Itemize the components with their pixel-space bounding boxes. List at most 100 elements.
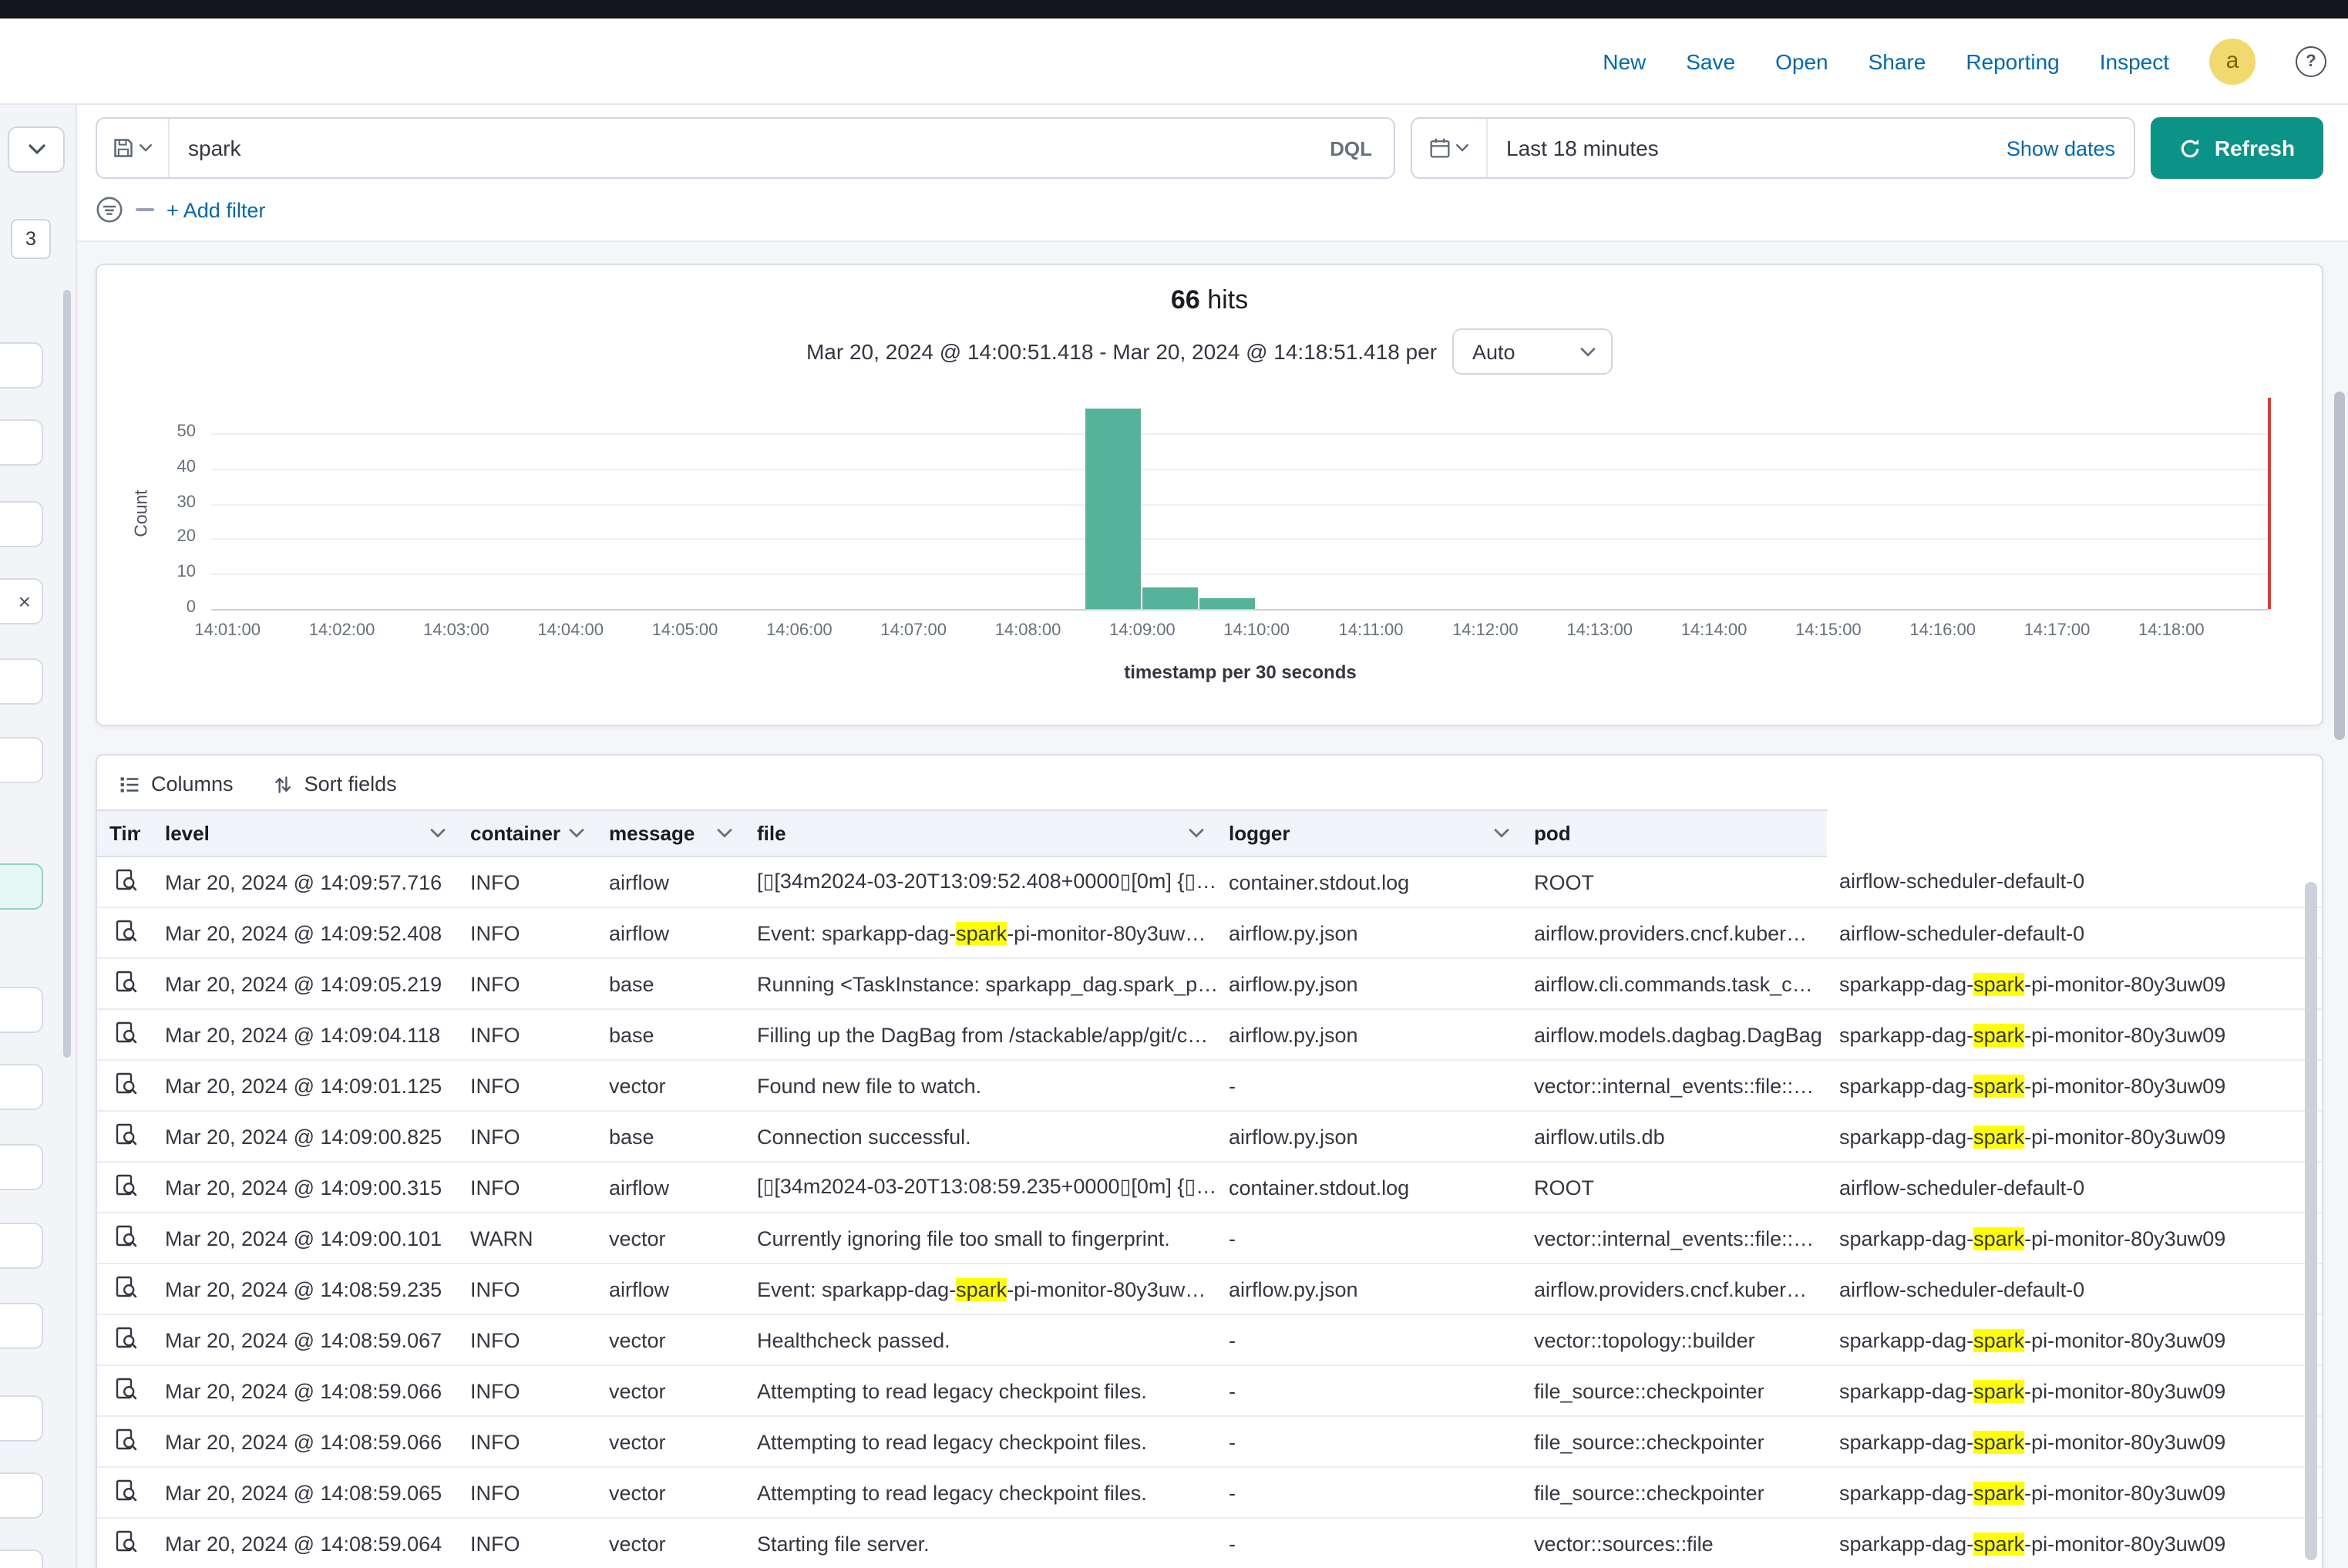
logger-cell: airflow.providers.cncf.kuber… (1522, 907, 1827, 958)
column-header-logger[interactable]: logger (1216, 810, 1522, 856)
container-cell: vector (597, 1365, 745, 1416)
column-header-file[interactable]: file (745, 810, 1216, 856)
expand-document-icon (113, 1478, 136, 1502)
search-input[interactable] (170, 119, 1308, 177)
nav-new[interactable]: New (1603, 49, 1646, 73)
histogram-bar[interactable] (1199, 598, 1255, 609)
field-chip[interactable] (0, 737, 43, 783)
level-cell: INFO (458, 1314, 597, 1365)
nav-share[interactable]: Share (1869, 49, 1926, 73)
file-cell: container.stdout.log (1216, 1162, 1522, 1213)
expand-document-button[interactable] (97, 1111, 153, 1162)
user-avatar[interactable]: a (2209, 38, 2255, 84)
nav-reporting[interactable]: Reporting (1966, 49, 2059, 73)
message-cell: Attempting to read legacy checkpoint fil… (745, 1467, 1216, 1518)
expand-document-button[interactable] (97, 1314, 153, 1365)
x-tick-label: 14:09:00 (1085, 621, 1199, 640)
close-icon[interactable]: × (19, 591, 31, 612)
field-chip[interactable] (0, 1303, 43, 1349)
field-chip[interactable] (0, 1064, 43, 1110)
x-tick-label: 14:18:00 (2114, 621, 2229, 640)
sort-chevron-icon[interactable] (569, 828, 584, 839)
sort-chevron-icon[interactable] (717, 828, 732, 839)
field-chip[interactable] (0, 863, 43, 910)
expand-document-button[interactable] (97, 907, 153, 958)
time-cell: Mar 20, 2024 @ 14:09:00.315 (153, 1162, 458, 1213)
pod-cell: sparkapp-dag-spark-pi-monitor-80y3uw09 (1827, 1518, 2322, 1568)
x-tick-label: 14:17:00 (2000, 621, 2114, 640)
table-scrollbar[interactable] (2305, 882, 2317, 1560)
log-row: Mar 20, 2024 @ 14:08:59.065INFOvectorAtt… (97, 1467, 2322, 1518)
expand-document-button[interactable] (97, 1467, 153, 1518)
pod-cell: sparkapp-dag-spark-pi-monitor-80y3uw09 (1827, 1111, 2322, 1162)
field-chip[interactable] (0, 1395, 43, 1442)
y-axis-title: Count (133, 490, 152, 537)
expand-document-button[interactable] (97, 1263, 153, 1314)
field-chip[interactable] (0, 1472, 43, 1519)
sort-chevron-icon[interactable] (1494, 828, 1509, 839)
expand-document-button[interactable] (97, 1365, 153, 1416)
y-tick-label: 10 (97, 563, 196, 581)
logger-cell: airflow.cli.commands.task_c… (1522, 958, 1827, 1009)
saved-query-menu-button[interactable] (97, 119, 170, 177)
log-row: Mar 20, 2024 @ 14:09:00.825INFObaseConne… (97, 1111, 2322, 1162)
sort-chevron-icon[interactable] (1189, 828, 1204, 839)
file-cell: - (1216, 1467, 1522, 1518)
page-scrollbar[interactable] (2334, 392, 2345, 740)
field-chip[interactable] (0, 658, 43, 705)
field-chip[interactable] (0, 501, 43, 547)
nav-save[interactable]: Save (1686, 49, 1735, 73)
query-language-button[interactable]: DQL (1308, 119, 1394, 177)
histogram-bar[interactable] (1142, 588, 1198, 609)
field-chip[interactable] (0, 987, 43, 1033)
logger-cell: vector::internal_events::file::… (1522, 1213, 1827, 1263)
container-cell: base (597, 958, 745, 1009)
show-dates-button[interactable]: Show dates (1988, 119, 2134, 177)
field-chip[interactable] (0, 1549, 43, 1568)
sidebar-collapse-button[interactable] (8, 126, 65, 173)
chart-gridline (211, 468, 2269, 469)
browser-top-strip (0, 0, 2348, 19)
time-cell: Mar 20, 2024 @ 14:08:59.066 (153, 1416, 458, 1467)
field-chip[interactable] (0, 1144, 43, 1190)
add-filter-button[interactable]: + Add filter (167, 198, 265, 221)
expand-document-button[interactable] (97, 958, 153, 1009)
field-chip[interactable] (0, 419, 43, 466)
nav-open[interactable]: Open (1775, 49, 1828, 73)
time-range-value[interactable]: Last 18 minutes (1488, 119, 1988, 177)
sidebar-scrollbar[interactable] (63, 290, 71, 1058)
column-header-container[interactable]: container (458, 810, 597, 856)
date-picker: Last 18 minutes Show dates (1411, 117, 2135, 179)
expand-document-button[interactable] (97, 1416, 153, 1467)
expand-document-button[interactable] (97, 1009, 153, 1060)
field-chip[interactable]: × (0, 578, 43, 624)
column-header-level[interactable]: level (153, 810, 458, 856)
column-header-pod[interactable]: pod (1522, 810, 1827, 856)
search-highlight: spark (956, 1277, 1007, 1300)
nav-inspect[interactable]: Inspect (2100, 49, 2169, 73)
sort-fields-button[interactable]: Sort fields (274, 772, 397, 796)
expand-document-button[interactable] (97, 1213, 153, 1263)
expand-document-button[interactable] (97, 1162, 153, 1213)
logger-cell: file_source::checkpointer (1522, 1365, 1827, 1416)
columns-button[interactable]: Columns (119, 772, 234, 796)
time-cell: Mar 20, 2024 @ 14:09:00.101 (153, 1213, 458, 1263)
logger-cell: airflow.models.dagbag.DagBag (1522, 1009, 1827, 1060)
field-chip[interactable] (0, 1223, 43, 1269)
sort-chevron-icon[interactable] (430, 828, 446, 839)
column-header-time-timestamp[interactable]: Time (timestamp) (97, 810, 153, 856)
level-cell: INFO (458, 1009, 597, 1060)
column-header-message[interactable]: message (597, 810, 745, 856)
field-chip[interactable] (0, 342, 43, 389)
quick-select-menu-button[interactable] (1412, 119, 1488, 177)
expand-document-button[interactable] (97, 1060, 153, 1111)
histogram-bar[interactable] (1085, 409, 1141, 609)
search-highlight: spark (1973, 1481, 2024, 1504)
refresh-button[interactable]: Refresh (2151, 117, 2323, 179)
search-highlight: spark (1973, 1023, 2024, 1046)
filter-icon[interactable] (96, 196, 123, 224)
expand-document-button[interactable] (97, 856, 153, 907)
expand-document-button[interactable] (97, 1518, 153, 1568)
query-row: DQL Last 18 minutes Show dates Refresh (96, 117, 2323, 179)
help-icon[interactable]: ? (2296, 45, 2326, 76)
